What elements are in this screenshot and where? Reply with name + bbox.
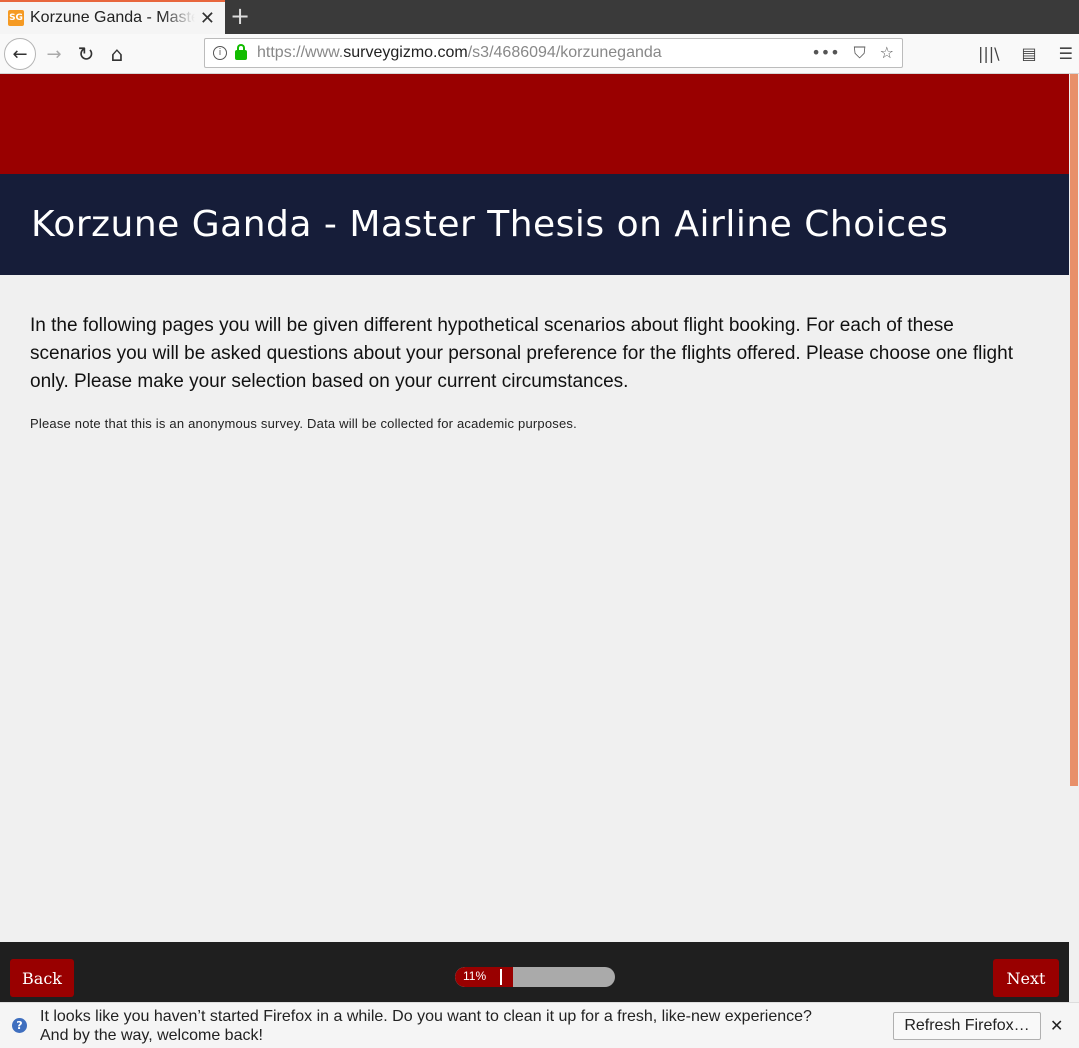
url-actions: ••• ⛉ ☆: [811, 43, 894, 63]
footer-gutter: [1069, 942, 1079, 1002]
tab-title: Korzune Ganda - Master Thesis on Airline…: [30, 9, 195, 26]
back-arrow-icon[interactable]: ←: [4, 38, 36, 70]
tab-close-icon[interactable]: ✕: [200, 8, 215, 29]
notification-message: It looks like you haven’t started Firefo…: [40, 1008, 812, 1044]
progress-divider: [500, 969, 502, 985]
progress-label: 11%: [463, 969, 487, 983]
forward-arrow-icon[interactable]: →: [38, 38, 70, 70]
back-button[interactable]: Back: [10, 959, 74, 997]
anonymity-note: Please note that this is an anonymous su…: [30, 416, 577, 431]
new-tab-button[interactable]: +: [230, 2, 250, 30]
next-button[interactable]: Next: [993, 959, 1059, 997]
scrollbar-thumb[interactable]: [1070, 74, 1078, 786]
info-icon[interactable]: i: [213, 46, 227, 60]
help-icon: ?: [12, 1018, 27, 1033]
url-domain: surveygizmo.com: [343, 44, 468, 61]
bookmark-star-icon[interactable]: ☆: [880, 43, 894, 63]
surveygizmo-favicon-icon: SG: [8, 10, 24, 26]
navigation-bar: ← → ↻ ⌂ i https://www.surveygizmo.com/s3…: [0, 34, 1079, 74]
title-band: Korzune Ganda - Master Thesis on Airline…: [0, 174, 1069, 275]
url-bar[interactable]: i https://www.surveygizmo.com/s3/4686094…: [204, 38, 903, 68]
refresh-notification-bar: ? It looks like you haven’t started Fire…: [0, 1002, 1079, 1048]
tab-strip: SG Korzune Ganda - Master Thesis on Airl…: [0, 0, 1079, 34]
survey-page: Korzune Ganda - Master Thesis on Airline…: [0, 74, 1069, 942]
lock-icon: [235, 44, 247, 60]
url-prefix: https://www.: [257, 44, 344, 61]
url-text[interactable]: https://www.surveygizmo.com/s3/4686094/k…: [257, 44, 662, 62]
tab-survey[interactable]: SG Korzune Ganda - Master Thesis on Airl…: [0, 0, 225, 34]
home-icon[interactable]: ⌂: [101, 38, 133, 70]
close-notification-icon[interactable]: ✕: [1050, 1016, 1063, 1035]
reload-icon[interactable]: ↻: [70, 38, 102, 70]
intro-text: In the following pages you will be given…: [30, 315, 1013, 392]
url-path: /s3/4686094/korzuneganda: [467, 44, 662, 61]
survey-title: Korzune Ganda - Master Thesis on Airline…: [31, 204, 949, 245]
refresh-firefox-button[interactable]: Refresh Firefox…: [893, 1012, 1041, 1040]
progress-bar: 11%: [455, 967, 615, 987]
pocket-icon[interactable]: ⛉: [854, 43, 866, 63]
toolbar-right: |||\ ▤ ☰: [978, 44, 1073, 63]
header-red-band: [0, 74, 1069, 174]
survey-footer: Back 11% Next: [0, 942, 1069, 1002]
sidebar-icon[interactable]: ▤: [1022, 44, 1037, 63]
page-scrollbar[interactable]: [1069, 74, 1079, 942]
page-actions-icon[interactable]: •••: [811, 43, 839, 63]
hamburger-menu-icon[interactable]: ☰: [1059, 44, 1073, 63]
library-icon[interactable]: |||\: [978, 44, 1000, 63]
